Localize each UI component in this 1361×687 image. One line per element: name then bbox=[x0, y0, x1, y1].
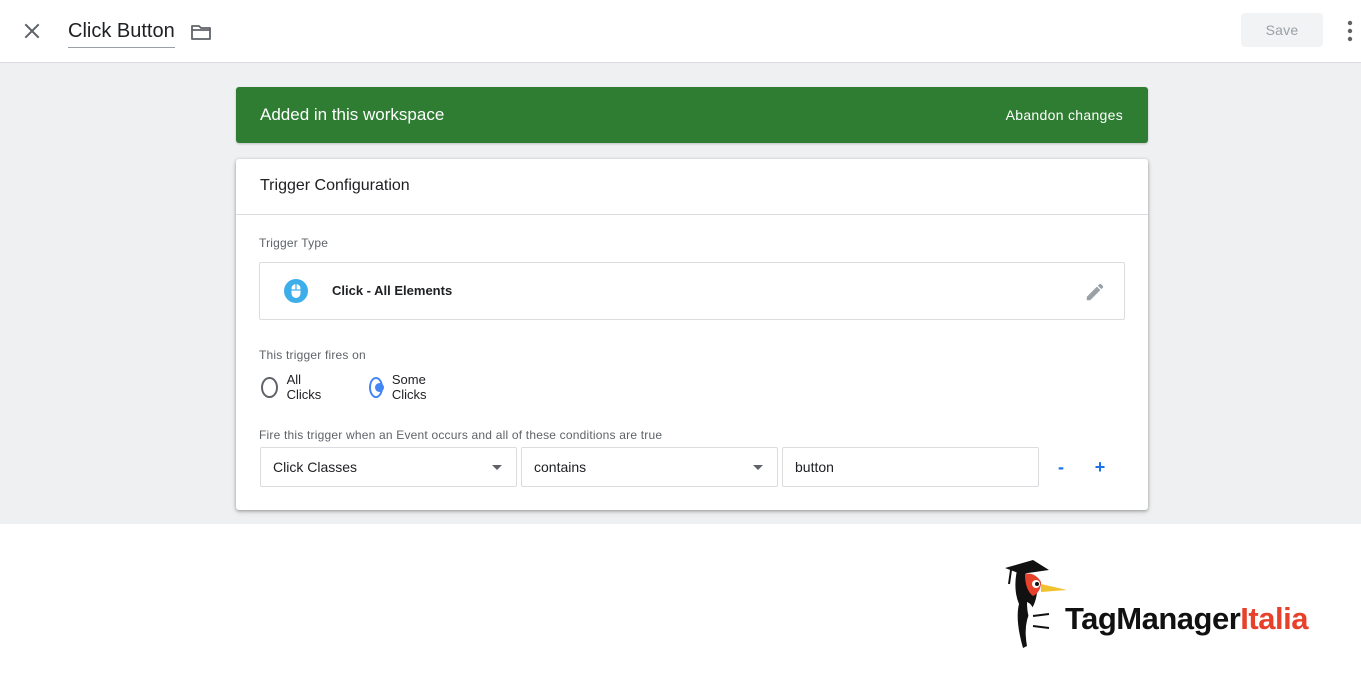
mouse-icon bbox=[284, 279, 308, 303]
radio-circle[interactable] bbox=[261, 376, 278, 398]
top-app-bar: Click Button Save bbox=[0, 0, 1361, 63]
add-condition-button[interactable]: + bbox=[1086, 453, 1114, 481]
trigger-name-field[interactable]: Click Button bbox=[68, 19, 175, 48]
fires-on-label: This trigger fires on bbox=[259, 348, 366, 362]
radio-circle[interactable] bbox=[369, 376, 384, 398]
radio-label: All Clicks bbox=[286, 372, 322, 402]
pencil-icon[interactable] bbox=[1084, 281, 1106, 303]
woodpecker-mascot-icon bbox=[1005, 560, 1067, 648]
folder-icon[interactable] bbox=[189, 20, 213, 44]
abandon-changes-button[interactable]: Abandon changes bbox=[1006, 107, 1123, 123]
dropdown-arrow-icon bbox=[492, 465, 502, 470]
tagmanageritalia-logo: TagManagerItalia bbox=[1003, 560, 1323, 652]
variable-select[interactable]: Click Classes bbox=[260, 447, 517, 487]
conditions-label: Fire this trigger when an Event occurs a… bbox=[259, 428, 663, 442]
card-title: Trigger Configuration bbox=[236, 159, 1148, 215]
radio-label: Some Clicks bbox=[391, 372, 427, 402]
save-button[interactable]: Save bbox=[1241, 13, 1323, 47]
trigger-type-selector[interactable]: Click - All Elements bbox=[259, 262, 1125, 320]
operator-select-value: contains bbox=[534, 459, 587, 475]
logo-wordmark: TagManagerItalia bbox=[1065, 601, 1308, 636]
workspace-status-text: Added in this workspace bbox=[260, 105, 445, 124]
operator-select[interactable]: contains bbox=[521, 447, 778, 487]
dropdown-arrow-icon bbox=[753, 465, 763, 470]
more-vert-icon[interactable] bbox=[1340, 18, 1360, 44]
editor-canvas: Added in this workspace Abandon changes … bbox=[0, 63, 1361, 524]
variable-select-value: Click Classes bbox=[273, 459, 358, 475]
condition-value-input[interactable] bbox=[782, 447, 1039, 487]
workspace-status-banner: Added in this workspace Abandon changes bbox=[236, 87, 1148, 143]
radio-all-clicks[interactable]: All Clicks bbox=[261, 372, 326, 402]
trigger-type-label: Trigger Type bbox=[259, 236, 329, 250]
radio-some-clicks[interactable]: Some Clicks bbox=[369, 372, 434, 402]
trigger-configuration-card: Trigger Configuration Trigger Type Click… bbox=[236, 159, 1148, 510]
trigger-type-name: Click - All Elements bbox=[332, 283, 453, 298]
remove-condition-button[interactable]: - bbox=[1047, 453, 1075, 481]
close-icon[interactable] bbox=[20, 19, 44, 43]
